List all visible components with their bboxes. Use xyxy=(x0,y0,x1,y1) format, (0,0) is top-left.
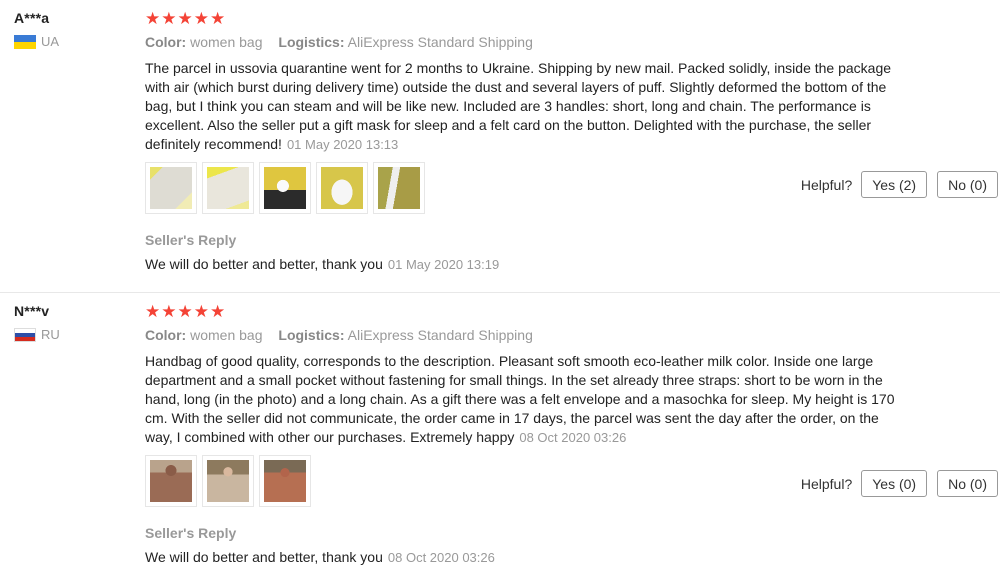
helpful-no-button[interactable]: No (0) xyxy=(937,171,998,198)
color-value: women bag xyxy=(190,327,263,343)
review-date: 01 May 2020 13:13 xyxy=(286,137,399,152)
review-item: N***v RU ★★★★★ Color: women bag Logistic… xyxy=(0,292,1000,580)
review-date: 08 Oct 2020 03:26 xyxy=(519,430,627,445)
order-info: Color: women bag Logistics: AliExpress S… xyxy=(145,34,905,50)
seller-reply: We will do better and better, thank you 0… xyxy=(145,256,905,272)
review-text: The parcel in ussovia quarantine went fo… xyxy=(145,59,895,154)
photo-image xyxy=(264,460,306,502)
star-rating: ★★★★★ xyxy=(145,9,227,28)
seller-reply-date: 08 Oct 2020 03:26 xyxy=(387,550,495,565)
photo-image xyxy=(264,167,306,209)
seller-reply-label: Seller's Reply xyxy=(145,232,237,248)
reviewer-info: A***a UA xyxy=(14,10,124,49)
star-rating: ★★★★★ xyxy=(145,302,227,321)
review-photo-thumbnail[interactable] xyxy=(373,162,425,214)
helpful-vote: Helpful? Yes (0) No (0) xyxy=(801,470,998,497)
seller-reply-date: 01 May 2020 13:19 xyxy=(387,257,500,272)
color-key: Color: xyxy=(145,327,187,343)
helpful-vote: Helpful? Yes (2) No (0) xyxy=(801,171,998,198)
country-code: RU xyxy=(41,327,60,342)
photo-image xyxy=(321,167,363,209)
photo-image xyxy=(207,460,249,502)
reviewer-country: UA xyxy=(14,34,124,49)
seller-reply: We will do better and better, thank you 0… xyxy=(145,549,905,565)
photo-image xyxy=(150,460,192,502)
helpful-label: Helpful? xyxy=(800,176,853,193)
logistics-key: Logistics: xyxy=(278,34,345,50)
order-info: Color: women bag Logistics: AliExpress S… xyxy=(145,327,905,343)
review-body: ★★★★★ Color: women bag Logistics: AliExp… xyxy=(145,9,905,272)
reviewer-info: N***v RU xyxy=(14,303,124,342)
color-value: women bag xyxy=(190,34,263,50)
logistics-value: AliExpress Standard Shipping xyxy=(347,327,533,343)
review-photo-thumbnail[interactable] xyxy=(316,162,368,214)
helpful-yes-button[interactable]: Yes (2) xyxy=(861,171,928,198)
review-photo-thumbnail[interactable] xyxy=(145,455,197,507)
ukraine-flag-icon xyxy=(14,34,36,49)
photo-image xyxy=(150,167,192,209)
review-photo-thumbnail[interactable] xyxy=(202,455,254,507)
helpful-yes-button[interactable]: Yes (0) xyxy=(861,470,928,497)
helpful-label: Helpful? xyxy=(800,475,853,492)
color-key: Color: xyxy=(145,34,187,50)
review-photo-thumbnail[interactable] xyxy=(259,162,311,214)
review-photos xyxy=(145,162,905,214)
reviewer-name: A***a xyxy=(14,10,50,26)
seller-reply-label: Seller's Reply xyxy=(145,525,237,541)
review-content: The parcel in ussovia quarantine went fo… xyxy=(145,60,892,152)
review-item: A***a UA ★★★★★ Color: women bag Logistic… xyxy=(0,0,1000,292)
review-text: Handbag of good quality, corresponds to … xyxy=(145,352,895,447)
seller-reply-text: We will do better and better, thank you xyxy=(145,256,383,272)
reviewer-country: RU xyxy=(14,327,124,342)
review-photo-thumbnail[interactable] xyxy=(145,162,197,214)
review-photo-thumbnail[interactable] xyxy=(259,455,311,507)
logistics-value: AliExpress Standard Shipping xyxy=(347,34,533,50)
logistics-key: Logistics: xyxy=(278,327,345,343)
review-photos xyxy=(145,455,905,507)
photo-image xyxy=(207,167,249,209)
review-photo-thumbnail[interactable] xyxy=(202,162,254,214)
review-body: ★★★★★ Color: women bag Logistics: AliExp… xyxy=(145,302,905,565)
russia-flag-icon xyxy=(14,327,36,342)
reviewer-name: N***v xyxy=(14,303,50,319)
country-code: UA xyxy=(41,34,60,49)
seller-reply-text: We will do better and better, thank you xyxy=(145,549,383,565)
photo-image xyxy=(378,167,420,209)
helpful-no-button[interactable]: No (0) xyxy=(937,470,998,497)
